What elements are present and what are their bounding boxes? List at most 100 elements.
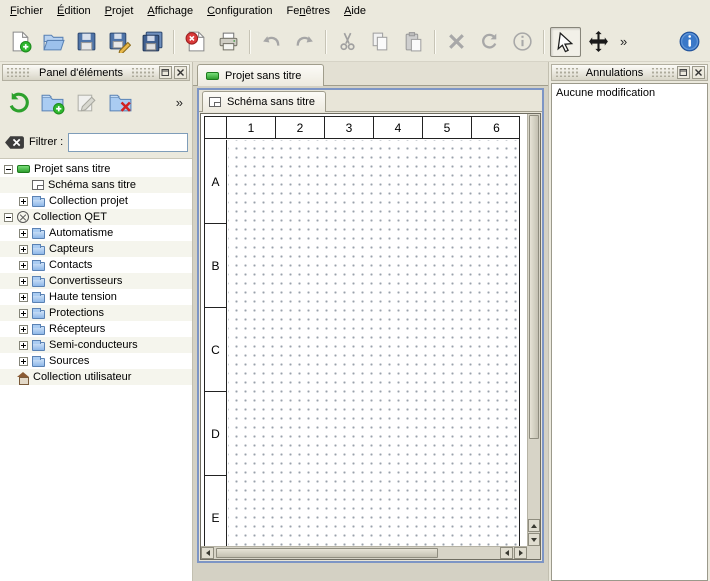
tree-item-protections[interactable]: Protections: [0, 305, 192, 321]
new-file-button[interactable]: [5, 27, 36, 57]
open-file-button[interactable]: [38, 27, 69, 57]
scroll-left-button[interactable]: [500, 547, 513, 559]
vertical-scrollbar-thumb[interactable]: [529, 115, 539, 439]
undo-button[interactable]: [256, 27, 287, 57]
tree-item-schema[interactable]: Schéma sans titre: [0, 177, 192, 193]
save-as-icon: [108, 30, 131, 53]
save-as-button[interactable]: [104, 27, 135, 57]
expand-icon[interactable]: [19, 293, 28, 302]
tree-item-collection-utilisateur[interactable]: Collection utilisateur: [0, 369, 192, 385]
scroll-left-button[interactable]: [201, 547, 214, 559]
schema-grid-canvas[interactable]: [228, 140, 519, 546]
expand-icon[interactable]: [19, 357, 28, 366]
ruler-column: 6: [472, 117, 521, 138]
print-button[interactable]: [213, 27, 244, 57]
toolbar-overflow-button[interactable]: »: [615, 34, 632, 49]
tree-item-collection-projet[interactable]: Collection projet: [0, 193, 192, 209]
tree-item-sources[interactable]: Sources: [0, 353, 192, 369]
clear-filter-button[interactable]: [4, 134, 25, 151]
menu-projet[interactable]: Projet: [98, 2, 141, 20]
float-icon: [161, 68, 170, 77]
diagram-viewport: 1 2 3 4 5 6 A B C D: [201, 114, 527, 546]
delete-element-button[interactable]: [105, 87, 136, 118]
scroll-up-button[interactable]: [528, 519, 540, 532]
float-dock-button[interactable]: [677, 66, 690, 79]
scroll-down-button[interactable]: [528, 533, 540, 546]
panel-toolbar-overflow-button[interactable]: »: [170, 95, 189, 110]
scroll-right-button[interactable]: [514, 547, 527, 559]
float-dock-button[interactable]: [159, 66, 172, 79]
close-dock-button[interactable]: [174, 66, 187, 79]
expand-icon[interactable]: [19, 341, 28, 350]
tree-item-capteurs[interactable]: Capteurs: [0, 241, 192, 257]
tree-item-semi-conducteurs[interactable]: Semi-conducteurs: [0, 337, 192, 353]
tree-item-project[interactable]: Projet sans titre: [0, 161, 192, 177]
dock-grip[interactable]: [555, 68, 578, 77]
qet-collection-icon: [17, 211, 29, 223]
menu-affichage[interactable]: Affichage: [140, 2, 200, 20]
expand-icon[interactable]: [19, 325, 28, 334]
rotate-button[interactable]: [474, 27, 505, 57]
menu-fichier[interactable]: Fichier: [3, 2, 50, 20]
expand-icon[interactable]: [19, 261, 28, 270]
horizontal-scrollbar-thumb[interactable]: [216, 548, 438, 558]
left-arrow-icon: [206, 550, 210, 556]
diagram-view: 1 2 3 4 5 6 A B C D: [200, 113, 541, 560]
float-icon: [679, 68, 688, 77]
horizontal-scrollbar[interactable]: [201, 546, 527, 559]
schema-sheet[interactable]: 1 2 3 4 5 6 A B C D: [204, 116, 520, 546]
expand-icon[interactable]: [19, 277, 28, 286]
new-element-button[interactable]: [37, 87, 68, 118]
select-tool-button[interactable]: [550, 27, 581, 57]
move-tool-button[interactable]: [583, 27, 614, 57]
elements-tree[interactable]: Projet sans titre Schéma sans titre Coll…: [0, 158, 192, 581]
tree-item-recepteurs[interactable]: Récepteurs: [0, 321, 192, 337]
delete-button[interactable]: [441, 27, 472, 57]
redo-button[interactable]: [289, 27, 320, 57]
dock-grip[interactable]: [131, 68, 156, 77]
menu-fenetres[interactable]: Fenêtres: [280, 2, 337, 20]
vertical-scrollbar[interactable]: [527, 114, 540, 546]
expand-icon[interactable]: [19, 197, 28, 206]
save-button[interactable]: [71, 27, 102, 57]
undo-panel-titlebar[interactable]: Annulations: [551, 64, 708, 81]
element-info-button[interactable]: [507, 27, 538, 57]
tree-item-collection-qet[interactable]: Collection QET: [0, 209, 192, 225]
menu-aide[interactable]: Aide: [337, 2, 373, 20]
copy-icon: [369, 30, 392, 53]
reload-collections-button[interactable]: [3, 87, 34, 118]
expand-icon[interactable]: [19, 229, 28, 238]
menu-edition[interactable]: Édition: [50, 2, 98, 20]
close-file-button[interactable]: [180, 27, 211, 57]
tree-item-contacts[interactable]: Contacts: [0, 257, 192, 273]
left-arrow-icon: [505, 550, 509, 556]
undo-empty-text: Aucune modification: [556, 87, 655, 99]
dock-grip[interactable]: [651, 68, 674, 77]
about-button[interactable]: [674, 27, 705, 57]
ruler-corner: [205, 117, 227, 138]
paste-button[interactable]: [398, 27, 429, 57]
copy-button[interactable]: [365, 27, 396, 57]
menu-configuration[interactable]: Configuration: [200, 2, 279, 20]
tree-item-automatisme[interactable]: Automatisme: [0, 225, 192, 241]
edit-element-button[interactable]: [71, 87, 102, 118]
tree-item-convertisseurs[interactable]: Convertisseurs: [0, 273, 192, 289]
undo-history-list[interactable]: Aucune modification: [551, 83, 708, 581]
save-all-button[interactable]: [137, 27, 168, 57]
collapse-icon[interactable]: [4, 165, 13, 174]
ruler-column: 1: [227, 117, 276, 138]
elements-panel-titlebar[interactable]: Panel d'éléments: [2, 64, 190, 81]
expand-icon[interactable]: [19, 245, 28, 254]
filter-input[interactable]: [68, 133, 188, 152]
filter-row: Filtrer :: [0, 130, 192, 154]
tab-schema-sans-titre[interactable]: Schéma sans titre: [202, 91, 326, 112]
close-dock-button[interactable]: [692, 66, 705, 79]
ruler-row: E: [205, 476, 226, 546]
expand-icon[interactable]: [19, 309, 28, 318]
collapse-icon[interactable]: [4, 213, 13, 222]
dock-grip[interactable]: [6, 68, 31, 77]
toolbar-separator: [173, 30, 175, 54]
cut-button[interactable]: [332, 27, 363, 57]
tree-item-haute-tension[interactable]: Haute tension: [0, 289, 192, 305]
tab-projet-sans-titre[interactable]: Projet sans titre: [197, 64, 324, 86]
